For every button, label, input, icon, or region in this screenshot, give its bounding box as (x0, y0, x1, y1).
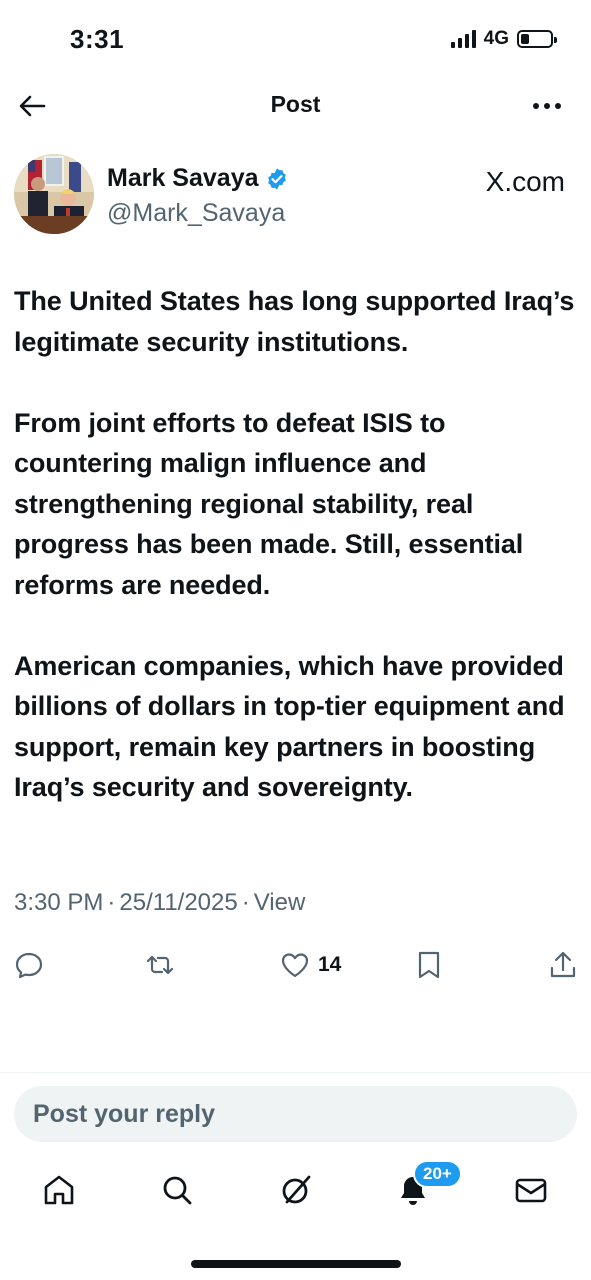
verified-badge-icon (267, 168, 286, 189)
bookmark-icon (418, 951, 440, 979)
status-time: 3:31 (70, 24, 125, 54)
post-text: The United States has long supported Ira… (14, 281, 580, 848)
more-options-button[interactable] (531, 96, 563, 116)
share-button[interactable] (548, 945, 578, 985)
search-icon (163, 1176, 192, 1205)
author-name-row: Mark Savaya (107, 164, 289, 193)
reply-icon (15, 952, 43, 979)
post-time[interactable]: 3:30 PM (14, 889, 103, 916)
post-date[interactable]: 25/11/2025 (119, 889, 237, 916)
status-bar: 3:31 4G (0, 0, 591, 78)
page-title: Post (270, 91, 321, 117)
nav-notifications[interactable]: 20+ (395, 1160, 462, 1208)
notification-badge: 20+ (413, 1160, 462, 1188)
views-link[interactable]: View (254, 889, 306, 916)
reply-placeholder: Post your reply (33, 1099, 215, 1128)
post-paragraph: American companies, which have provided … (14, 650, 565, 803)
nav-home[interactable] (41, 1172, 77, 1208)
post-timestamp: 3:30 PM · 25/11/2025 · View (14, 889, 306, 916)
repost-icon (146, 955, 174, 975)
reply-input[interactable]: Post your reply (14, 1086, 577, 1142)
avatar[interactable] (14, 154, 94, 234)
nav-messages[interactable] (513, 1172, 549, 1208)
signal-icon (450, 30, 476, 48)
author-name[interactable]: Mark Savaya (107, 164, 259, 193)
status-indicators: 4G (450, 28, 557, 50)
heart-icon (281, 953, 309, 978)
home-icon (44, 1175, 74, 1205)
nav-search[interactable] (159, 1172, 195, 1208)
post-paragraph: The United States has long supported Ira… (14, 286, 575, 357)
reply-button[interactable] (14, 945, 44, 985)
share-icon (550, 951, 576, 978)
bottom-navigation: 20+ (0, 1160, 591, 1224)
post-paragraph: From joint efforts to defeat ISIS to cou… (14, 407, 524, 600)
network-label: 4G (483, 28, 509, 49)
grok-icon (282, 1175, 311, 1204)
nav-grok[interactable] (278, 1172, 314, 1208)
battery-icon (517, 30, 557, 48)
like-count: 14 (318, 953, 342, 976)
post-author: Mark Savaya @Mark_Savaya X.com (14, 154, 576, 240)
bookmark-button[interactable] (414, 945, 444, 985)
post-actions: 14 (0, 945, 591, 985)
more-horizontal-icon (533, 103, 539, 109)
like-button[interactable]: 14 (280, 945, 341, 985)
repost-button[interactable] (145, 945, 175, 985)
home-indicator[interactable] (191, 1260, 401, 1268)
post-header: Post (0, 78, 591, 134)
source-label: X.com (485, 166, 565, 197)
divider (0, 1072, 591, 1073)
messages-icon (515, 1178, 547, 1203)
author-handle[interactable]: @Mark_Savaya (107, 199, 285, 228)
